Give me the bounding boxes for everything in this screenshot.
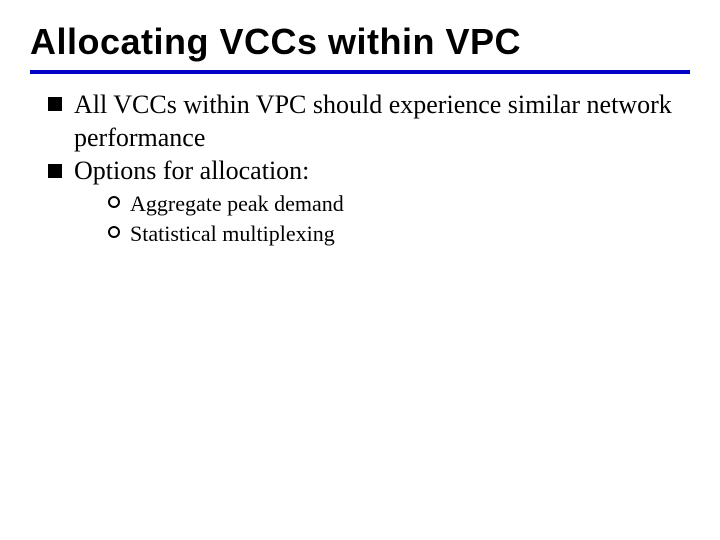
bullet-text: All VCCs within VPC should experience si… — [74, 90, 672, 152]
bullet-list: All VCCs within VPC should experience si… — [30, 88, 690, 249]
bullet-text: Aggregate peak demand — [130, 191, 344, 216]
list-item: Aggregate peak demand — [108, 189, 690, 219]
bullet-text: Statistical multiplexing — [130, 221, 335, 246]
bullet-text: Options for allocation: — [74, 156, 309, 185]
list-item: All VCCs within VPC should experience si… — [48, 88, 690, 155]
slide: Allocating VCCs within VPC All VCCs with… — [0, 0, 720, 540]
list-item: Options for allocation: Aggregate peak d… — [48, 154, 690, 249]
sub-bullet-list: Aggregate peak demand Statistical multip… — [74, 189, 690, 248]
list-item: Statistical multiplexing — [108, 219, 690, 249]
slide-title: Allocating VCCs within VPC — [30, 22, 690, 62]
title-divider — [30, 70, 690, 74]
